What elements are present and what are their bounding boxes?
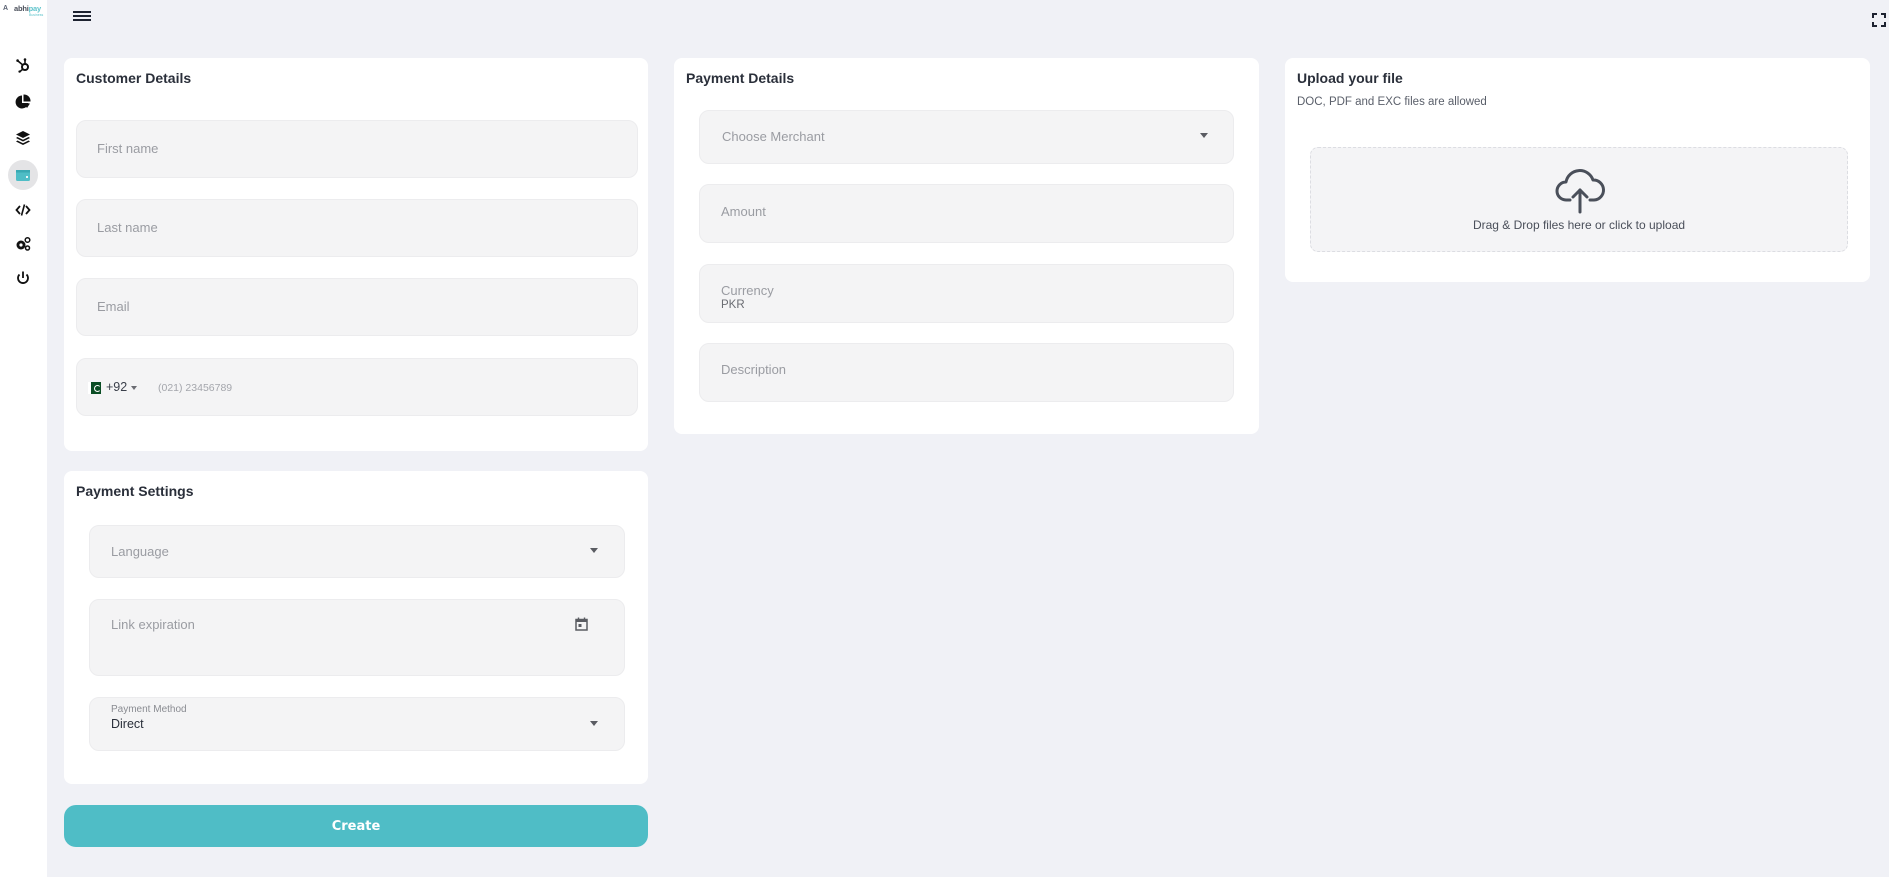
chevron-down-icon [590, 548, 598, 553]
currency-input[interactable]: Currency PKR [699, 264, 1234, 323]
currency-value: PKR [721, 299, 745, 311]
description-placeholder: Description [721, 362, 787, 377]
sidebar-item-dashboard[interactable] [8, 87, 38, 117]
payment-details-title: Payment Details [686, 70, 795, 86]
language-select[interactable]: Language [89, 525, 625, 578]
amount-placeholder: Amount [721, 204, 766, 219]
upload-subtitle: DOC, PDF and EXC files are allowed [1297, 96, 1487, 108]
create-button[interactable]: Create [64, 805, 648, 847]
customer-details-card: Customer Details First name Last name Em… [64, 58, 648, 451]
fullscreen-icon [1872, 13, 1886, 27]
country-code-selector[interactable]: +92 [77, 359, 147, 417]
chevron-down-icon [1200, 133, 1208, 138]
payment-settings-card: Payment Settings Language Link expiratio… [64, 471, 648, 784]
logo-name-part2: pay [28, 4, 42, 13]
logo-name: abhipay [14, 4, 41, 13]
amount-input[interactable]: Amount [699, 184, 1234, 243]
email-input[interactable]: Email [76, 278, 638, 336]
country-code: +92 [106, 380, 128, 394]
chevron-down-icon [590, 721, 598, 726]
logo-mark: A [3, 5, 9, 12]
code-icon [15, 204, 31, 216]
currency-label: Currency [721, 283, 774, 298]
hamburger-icon-line [73, 15, 91, 17]
merchant-select[interactable]: Choose Merchant [699, 110, 1234, 164]
sidebar-item-integrations[interactable] [8, 50, 38, 80]
upload-title: Upload your file [1297, 70, 1403, 86]
sidebar-item-logout[interactable] [8, 263, 38, 293]
sidebar-item-settings[interactable] [8, 229, 38, 259]
phone-placeholder: (021) 23456789 [158, 382, 233, 394]
dropzone-text: Drag & Drop files here or click to uploa… [1472, 218, 1686, 232]
sidebar-item-layers[interactable] [8, 123, 38, 153]
calendar-icon[interactable] [575, 617, 588, 631]
wallet-icon [16, 170, 30, 181]
merchant-placeholder: Choose Merchant [722, 129, 825, 144]
language-placeholder: Language [111, 544, 169, 559]
last-name-placeholder: Last name [97, 220, 158, 235]
hamburger-icon-line [73, 11, 91, 13]
logo-name-part1: abhi [14, 4, 29, 13]
cloud-upload-icon [1555, 169, 1605, 214]
hubspot-icon [16, 58, 29, 73]
power-icon [17, 271, 29, 284]
logo[interactable]: A abhipay Business [2, 4, 46, 20]
email-placeholder: Email [97, 299, 130, 314]
payment-details-card: Payment Details Choose Merchant Amount C… [674, 58, 1259, 434]
layers-icon [16, 131, 30, 145]
pie-chart-icon [15, 94, 31, 109]
upload-card: Upload your file DOC, PDF and EXC files … [1285, 58, 1870, 282]
description-input[interactable]: Description [699, 343, 1234, 402]
first-name-placeholder: First name [97, 141, 159, 156]
payment-method-value: Direct [111, 717, 144, 731]
payment-method-select[interactable]: Payment Method Direct [89, 697, 625, 751]
fullscreen-button[interactable] [1872, 13, 1886, 27]
gears-icon [16, 236, 31, 251]
chevron-down-icon [131, 386, 137, 390]
customer-details-title: Customer Details [76, 70, 192, 86]
file-dropzone[interactable]: Drag & Drop files here or click to uploa… [1310, 147, 1848, 252]
sidebar-item-developers[interactable] [8, 195, 38, 225]
payment-method-label: Payment Method [111, 704, 187, 715]
sidebar: A abhipay Business [0, 0, 47, 877]
first-name-input[interactable]: First name [76, 120, 638, 178]
hamburger-icon-line [73, 19, 91, 21]
logo-sub: Business [29, 13, 44, 17]
payment-settings-title: Payment Settings [76, 483, 194, 499]
link-expiration-placeholder: Link expiration [111, 617, 195, 632]
sidebar-item-payments[interactable] [8, 160, 38, 190]
phone-input[interactable]: +92 (021) 23456789 [76, 358, 638, 416]
last-name-input[interactable]: Last name [76, 199, 638, 257]
pakistan-flag-icon [88, 382, 101, 394]
menu-toggle-button[interactable] [73, 11, 91, 25]
link-expiration-input[interactable]: Link expiration [89, 599, 625, 676]
